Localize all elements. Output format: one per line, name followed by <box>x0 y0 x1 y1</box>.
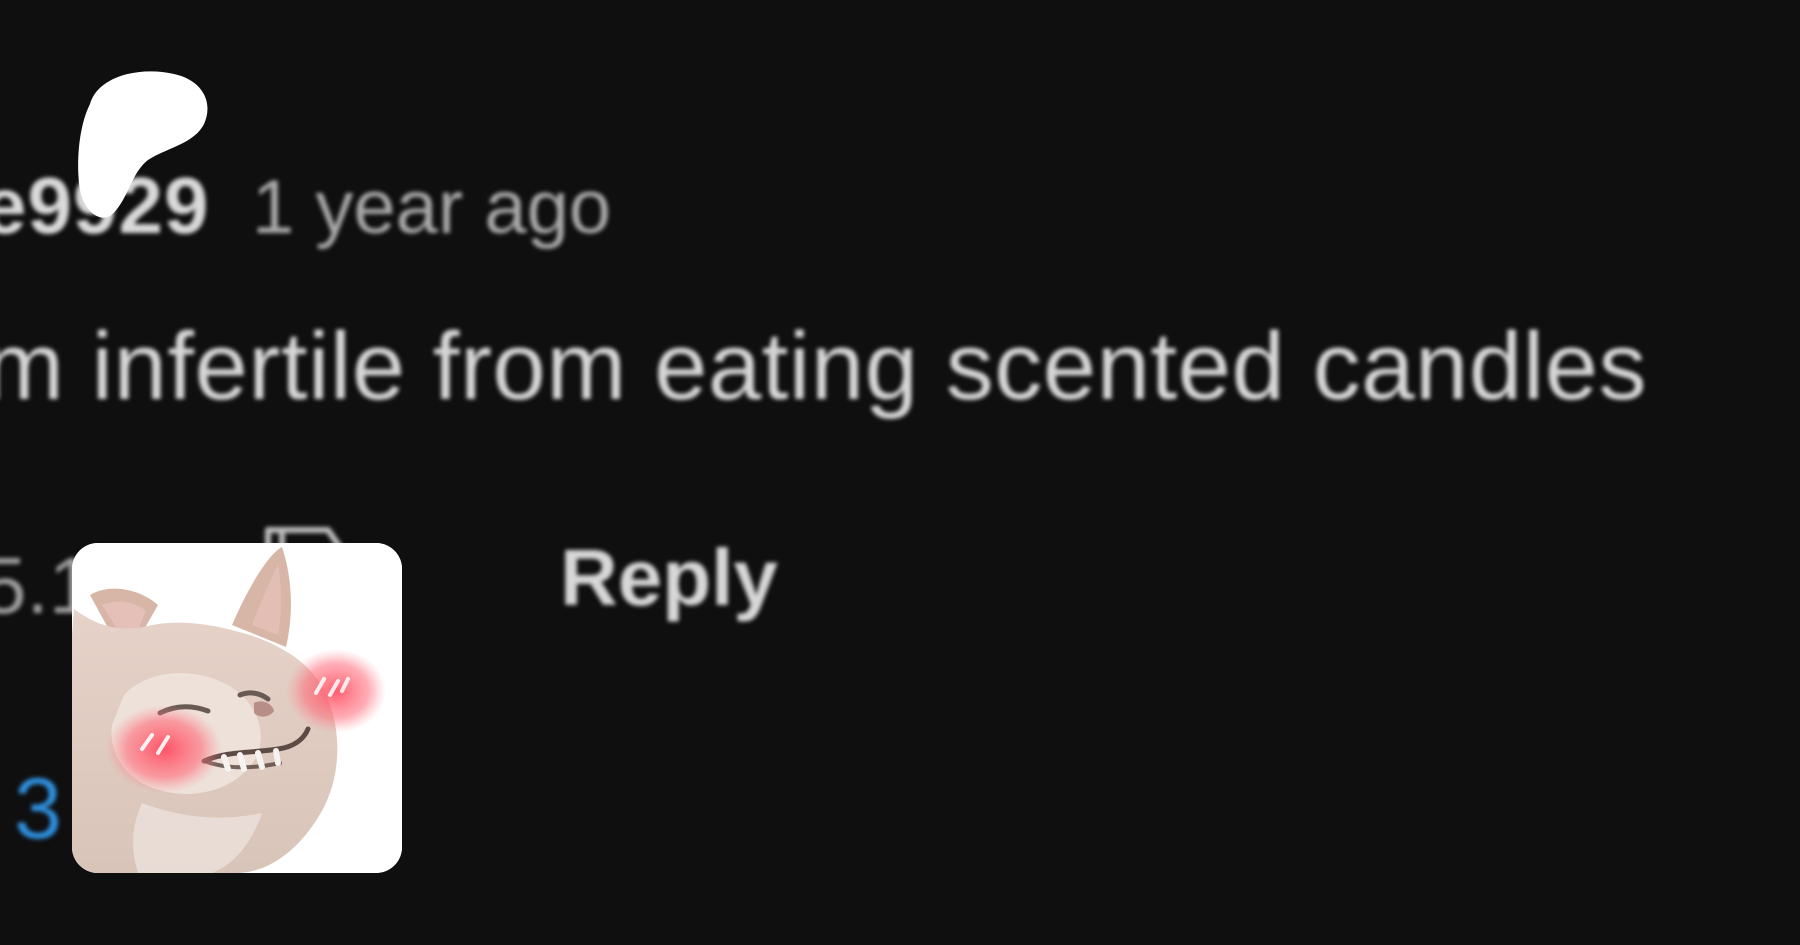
reply-button[interactable]: Reply <box>560 532 778 624</box>
blob-shape <box>78 71 208 218</box>
comment-timestamp[interactable]: 1 year ago <box>252 164 611 251</box>
comment-text: m infertile from eating scented candles <box>0 313 1647 420</box>
blushing-cat-sticker <box>72 543 402 873</box>
